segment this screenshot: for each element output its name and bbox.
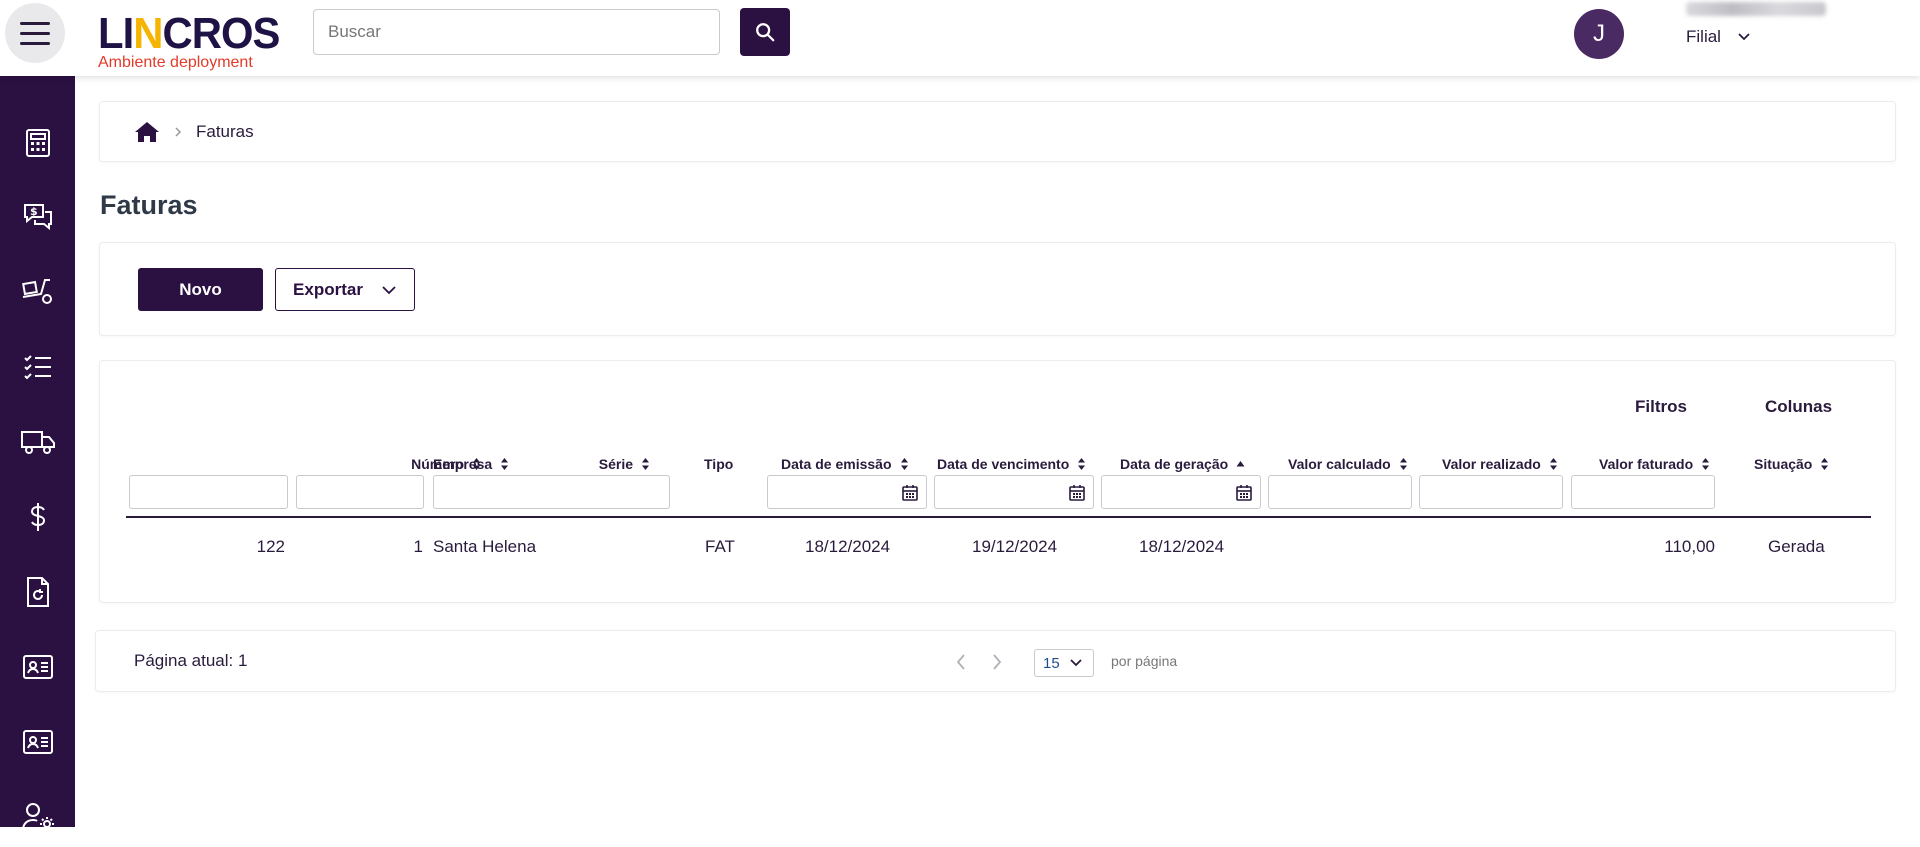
chevron-down-icon [382,285,396,294]
breadcrumb-current: Faturas [196,121,254,141]
sidebar: $ [0,76,75,831]
cell-data-emissao: 18/12/2024 [805,537,891,556]
columns-link[interactable]: Colunas [1765,397,1832,417]
header-divider [126,516,1871,518]
chevron-right-icon[interactable] [990,651,1004,673]
svg-text:$: $ [30,205,38,218]
column-header-data-geracao[interactable]: Data de geração [1120,456,1245,472]
sort-icon [1549,458,1557,470]
id-card-icon [22,730,53,754]
filter-valor-faturado-input[interactable] [1571,475,1715,509]
cell-serie: 1 [413,537,423,556]
chevron-down-icon [1738,33,1750,41]
sort-ascending-icon [1236,461,1245,467]
filter-numero-input[interactable] [129,475,288,509]
filter-data-vencimento-input[interactable] [934,475,1094,509]
column-header-valor-calculado[interactable]: Valor calculado [1288,456,1408,472]
filter-empresa-input[interactable] [433,475,670,509]
dollar-icon [30,503,45,531]
hamburger-line [20,21,50,25]
column-header-empresa[interactable]: Empresa [433,456,509,472]
sort-icon [1702,458,1710,470]
sidebar-item-calculator[interactable] [0,113,75,173]
cell-data-vencimento: 19/12/2024 [972,537,1058,556]
sort-icon [642,458,649,470]
sidebar-item-user-settings[interactable] [0,787,75,847]
search-icon [756,23,775,42]
chevron-down-icon [1070,659,1082,667]
sidebar-item-logistics[interactable] [0,262,75,322]
column-header-situacao[interactable]: Situação [1754,456,1829,472]
cell-valor-faturado: 110,00 [1664,537,1715,556]
sort-icon [1078,458,1086,470]
breadcrumb: Faturas [99,101,1896,162]
sidebar-item-contacts[interactable] [0,712,75,772]
column-header-valor-realizado[interactable]: Valor realizado [1442,456,1558,472]
filial-label: Filial [1686,27,1721,46]
menu-toggle-button[interactable] [5,3,65,63]
document-refresh-icon [26,577,49,607]
export-label: Exportar [293,279,363,299]
column-header-tipo: Tipo [704,456,734,472]
redacted-user-name [1686,2,1826,16]
cell-situacao: Gerada [1768,537,1825,556]
export-dropdown-button[interactable]: Exportar [275,268,415,311]
cell-data-geracao: 18/12/2024 [1139,537,1225,556]
calculator-icon [25,129,50,157]
user-avatar[interactable]: J [1574,9,1624,59]
filter-data-geracao-input[interactable] [1101,475,1261,509]
sidebar-item-finance-chat[interactable]: $ [0,187,75,247]
invoices-table: Filtros Colunas Número Série Empresa Tip… [99,360,1896,603]
sort-icon [900,458,908,470]
search-button[interactable] [740,8,790,56]
top-bar: LINCROS Ambiente deployment J Filial [0,0,1920,76]
app-logo[interactable]: LINCROS Ambiente deployment [98,9,289,72]
chevron-left-icon[interactable] [954,651,968,673]
sort-icon [501,458,509,470]
sidebar-item-documents[interactable] [0,562,75,622]
money-chat-icon: $ [23,204,52,231]
per-page-label: por página [1111,653,1178,669]
column-header-data-emissao[interactable]: Data de emissão [781,456,909,472]
page-title: Faturas [100,190,198,220]
new-button[interactable]: Novo [138,268,263,311]
calendar-icon [1236,484,1252,501]
column-header-valor-faturado[interactable]: Valor faturado [1599,456,1710,472]
sidebar-item-registry[interactable] [0,637,75,697]
hamburger-line [20,31,50,35]
cell-tipo: FAT [705,537,735,556]
calendar-icon [1069,484,1085,501]
search-input[interactable] [313,9,720,55]
hamburger-line [20,41,50,45]
calendar-icon [902,484,918,501]
action-toolbar: Novo Exportar [99,242,1896,336]
sidebar-item-financial[interactable] [0,487,75,547]
filter-valor-realizado-input[interactable] [1419,475,1563,509]
per-page-select[interactable]: 15 [1034,649,1094,677]
column-header-data-vencimento[interactable]: Data de vencimento [937,456,1086,472]
filter-valor-calculado-input[interactable] [1268,475,1412,509]
sort-icon [1399,458,1407,470]
forklift-icon [21,279,52,304]
cell-numero: 122 [256,537,285,556]
sort-icon [1821,458,1829,470]
checklist-icon [23,355,51,380]
pagination-bar: Página atual: 1 15 por página [95,630,1896,692]
column-header-serie[interactable]: Série [599,456,650,472]
user-settings-icon [21,803,54,831]
chevron-right-icon [175,126,182,137]
sidebar-item-checklist[interactable] [0,337,75,397]
current-page-text: Página atual: 1 [134,651,248,670]
filters-link[interactable]: Filtros [1635,397,1687,417]
filial-selector[interactable]: Filial [1686,27,1751,47]
filter-serie-input[interactable] [296,475,424,509]
sidebar-item-transport[interactable] [0,412,75,472]
filter-data-emissao-input[interactable] [767,475,927,509]
per-page-value: 15 [1043,654,1060,672]
cell-empresa: Santa Helena [433,537,537,556]
id-card-icon [22,655,53,679]
home-icon[interactable] [134,121,160,143]
truck-icon [20,431,55,454]
logo-wordmark: LINCROS [98,9,280,58]
